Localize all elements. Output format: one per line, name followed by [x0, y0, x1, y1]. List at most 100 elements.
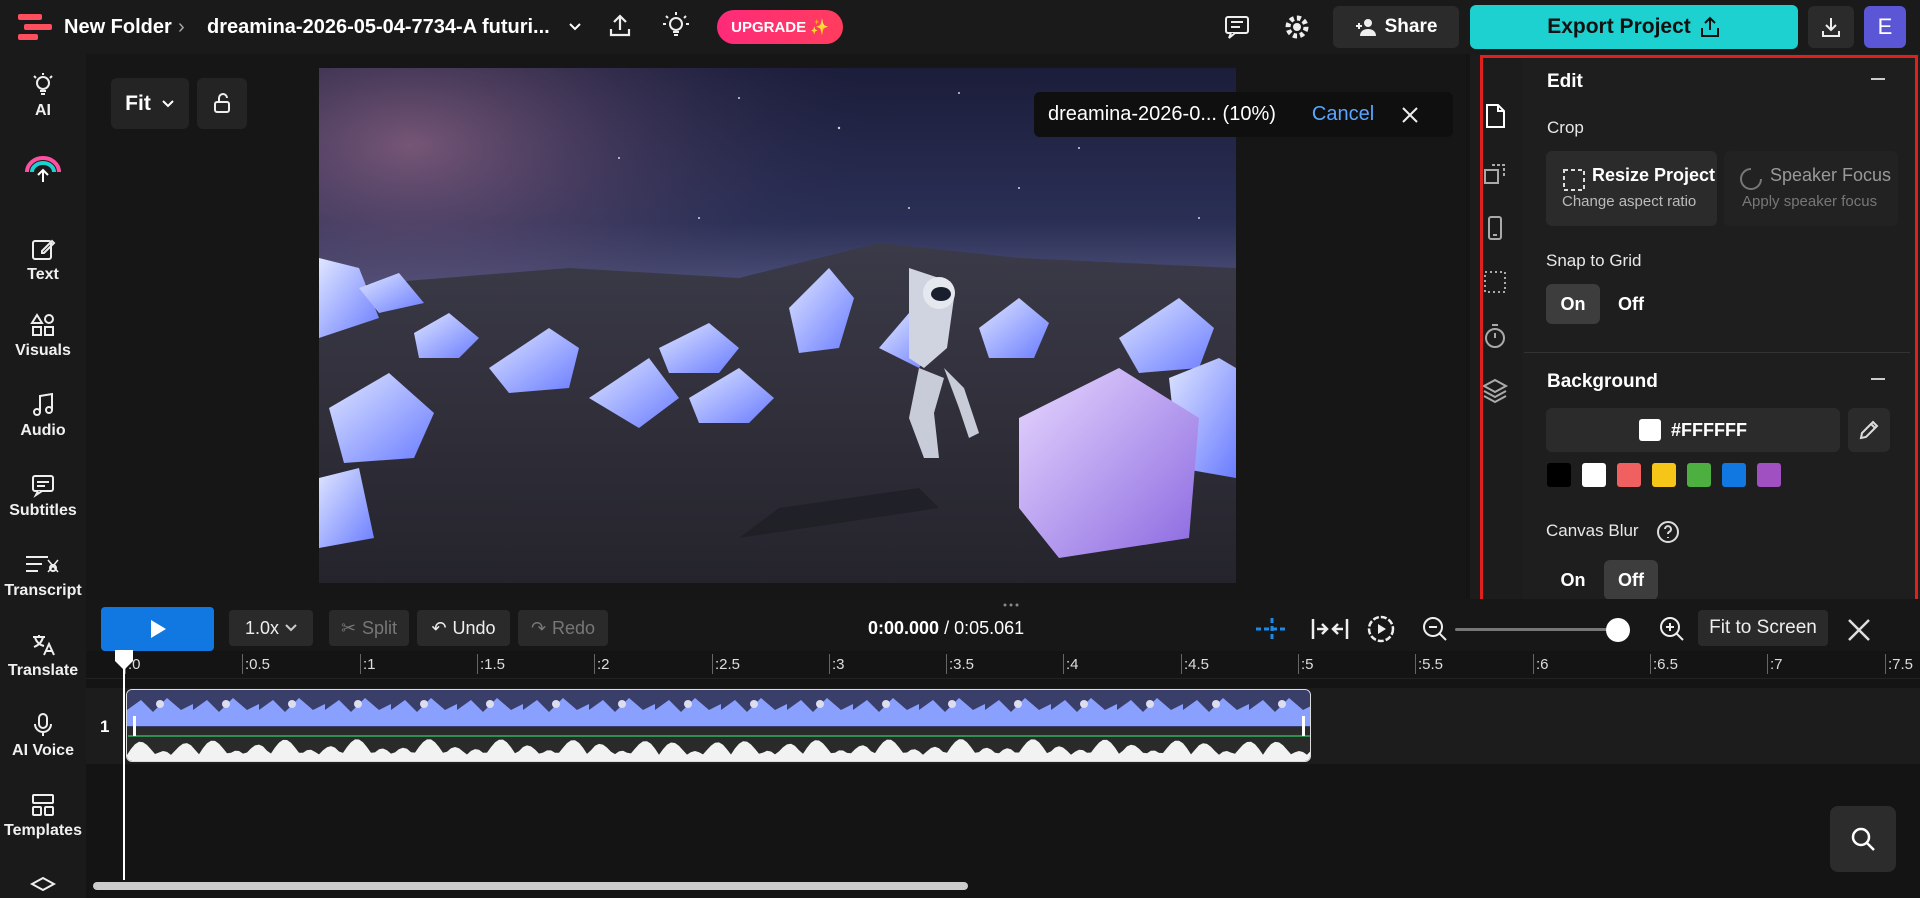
resize-icon[interactable] [1481, 160, 1509, 188]
export-project-button[interactable]: Export Project [1470, 5, 1798, 49]
color-swatch[interactable] [1757, 463, 1781, 487]
sidebar-item-label: Transcript [4, 582, 82, 599]
ruler-tick-label: :2.5 [715, 656, 741, 673]
sidebar-item-upload[interactable] [0, 154, 86, 188]
collapse-icon[interactable] [1870, 374, 1886, 384]
ruler-tick-label: :6.5 [1653, 656, 1679, 673]
color-swatch[interactable] [1652, 463, 1676, 487]
search-button[interactable] [1830, 806, 1896, 872]
zoom-in-icon[interactable] [1658, 615, 1686, 643]
sidebar-item-ai[interactable]: AI [0, 72, 86, 120]
layers-icon[interactable] [1481, 376, 1509, 404]
sidebar-item-ai-voice[interactable]: AI Voice [0, 712, 86, 760]
resize-project-button[interactable]: Resize Project Change aspect ratio [1546, 151, 1717, 226]
ruler-tick-label: :7 [1770, 656, 1783, 673]
upload-icon[interactable] [606, 12, 634, 40]
zoom-slider-thumb[interactable] [1606, 618, 1630, 642]
playhead[interactable] [123, 650, 125, 880]
grid-icon[interactable] [1481, 268, 1509, 296]
download-button[interactable] [1808, 6, 1854, 48]
collapse-icon[interactable] [1870, 74, 1886, 84]
document-icon[interactable] [1481, 102, 1509, 130]
speed-dropdown[interactable]: 1.0x [229, 610, 313, 646]
templates-icon [32, 794, 54, 816]
background-color-input[interactable]: #FFFFFF [1546, 408, 1840, 452]
color-swatch[interactable] [1547, 463, 1571, 487]
canvas-blur-label: Canvas Blur [1546, 521, 1639, 540]
subtitles-icon [32, 475, 54, 498]
clip-thumbnails-and-waveform [127, 690, 1310, 761]
sidebar-item-visuals[interactable]: Visuals [0, 312, 86, 360]
speaker-focus-title: Speaker Focus [1770, 165, 1892, 185]
color-swatch[interactable] [1687, 463, 1711, 487]
cancel-upload-link[interactable]: Cancel [1312, 103, 1374, 126]
ruler-tick-line [946, 654, 947, 674]
ruler-tick-line [242, 654, 243, 674]
mobile-icon[interactable] [1481, 214, 1509, 242]
ruler-tick-label: :4 [1066, 656, 1079, 673]
video-preview[interactable] [319, 68, 1236, 583]
snap-off-toggle[interactable]: Off [1604, 284, 1658, 324]
play-circle-icon[interactable] [1366, 614, 1396, 644]
color-swatch[interactable] [1582, 463, 1606, 487]
layers-icon[interactable] [30, 876, 56, 896]
sidebar-item-transcript[interactable]: Transcript [0, 552, 86, 600]
close-icon[interactable] [1400, 105, 1420, 125]
chevron-down-icon[interactable] [566, 18, 584, 36]
ruler-tick-line [1885, 654, 1886, 674]
download-icon [1822, 18, 1840, 37]
blur-off-toggle[interactable]: Off [1604, 560, 1658, 600]
timeline-scrollbar[interactable] [93, 882, 968, 890]
ruler-tick-line [594, 654, 595, 674]
share-label: Share [1384, 16, 1438, 37]
lock-button[interactable] [197, 78, 247, 129]
upgrade-button[interactable]: UPGRADE ✨ [717, 10, 843, 44]
video-clip[interactable] [126, 689, 1311, 762]
breadcrumb-folder[interactable]: New Folder [64, 16, 172, 39]
eyedropper-button[interactable] [1848, 408, 1890, 452]
blur-on-toggle[interactable]: On [1546, 560, 1600, 600]
redo-button[interactable]: ↷ Redo [518, 610, 608, 646]
color-hex-value: #FFFFFF [1671, 419, 1747, 440]
sidebar-item-audio[interactable]: Audio [0, 392, 86, 440]
timer-icon[interactable] [1481, 322, 1509, 350]
section-divider [1524, 352, 1910, 353]
speaker-focus-button[interactable]: Speaker Focus Apply speaker focus [1724, 151, 1898, 226]
chevron-down-icon [285, 624, 297, 632]
split-button[interactable]: ✂ Split [329, 610, 409, 646]
ruler-tick-label: :3 [832, 656, 845, 673]
play-button[interactable] [101, 607, 214, 651]
fit-to-screen-button[interactable]: Fit to Screen [1698, 610, 1828, 646]
sidebar-item-text[interactable]: Text [0, 236, 86, 284]
help-icon[interactable] [1656, 520, 1680, 544]
drag-handle-icon[interactable] [1001, 602, 1021, 608]
sidebar-item-templates[interactable]: Templates [0, 792, 86, 840]
snap-on-toggle[interactable]: On [1546, 284, 1600, 324]
ruler-tick-line [1063, 654, 1064, 674]
ruler-tick-line [1298, 654, 1299, 674]
resize-project-title: Resize Project [1592, 165, 1716, 185]
sidebar-item-subtitles[interactable]: Subtitles [0, 472, 86, 520]
comment-icon[interactable] [1222, 12, 1252, 42]
fit-width-icon[interactable] [1310, 614, 1350, 644]
lightbulb-icon[interactable] [661, 10, 691, 40]
mic-icon [34, 713, 52, 736]
app-logo-icon[interactable] [18, 14, 52, 40]
sidebar-item-translate[interactable]: Translate [0, 632, 86, 680]
ruler-tick-line [1533, 654, 1534, 674]
background-section-title: Background [1547, 371, 1658, 392]
fit-dropdown[interactable]: Fit [111, 78, 189, 129]
sidebar-item-label: Subtitles [9, 502, 77, 519]
undo-button[interactable]: ↶ Undo [417, 610, 510, 646]
snap-magnet-icon[interactable] [1252, 614, 1292, 644]
color-swatch[interactable] [1617, 463, 1641, 487]
avatar[interactable]: E [1864, 6, 1906, 48]
gear-icon[interactable] [1283, 13, 1311, 41]
color-swatch[interactable] [1722, 463, 1746, 487]
ruler-tick-label: :6 [1536, 656, 1549, 673]
share-button[interactable]: Share [1333, 6, 1459, 48]
project-name[interactable]: dreamina-2026-05-04-7734-A futuri... [207, 16, 552, 39]
close-icon[interactable] [1846, 617, 1872, 643]
zoom-out-icon[interactable] [1421, 615, 1449, 643]
zoom-slider-track[interactable] [1455, 628, 1623, 631]
